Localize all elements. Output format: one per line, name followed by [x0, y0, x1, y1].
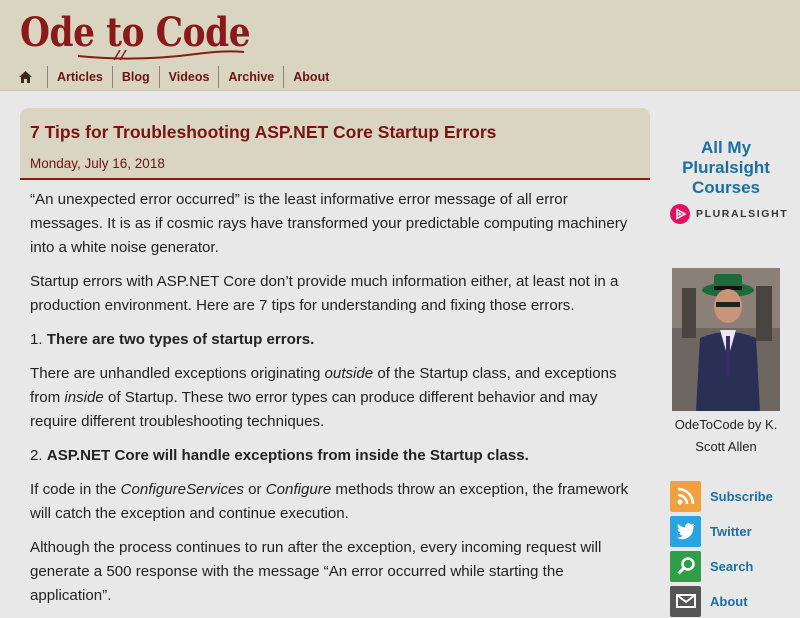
- pluralsight-logo[interactable]: PLURALSIGHT: [670, 203, 790, 225]
- paragraph: Startup errors with ASP.NET Core don’t p…: [30, 273, 619, 314]
- nav-articles[interactable]: Articles: [47, 66, 112, 88]
- nav-blog[interactable]: Blog: [111, 66, 159, 88]
- text-run: or: [243, 481, 266, 498]
- pluralsight-wordmark: PLURALSIGHT: [696, 208, 789, 220]
- paragraph: “An unexpected error occurred” is the le…: [30, 191, 628, 256]
- text-run: of Startup. These two error types can pr…: [30, 389, 598, 430]
- mail-icon: [670, 585, 701, 617]
- search-link[interactable]: Search: [670, 550, 790, 582]
- text-run: There are unhandled exceptions originati…: [30, 365, 325, 382]
- nav-home[interactable]: [10, 70, 47, 84]
- tip-text: There are two types of startup errors.: [46, 331, 315, 348]
- tip-heading: 2. ASP.NET Core will handle exceptions f…: [30, 444, 642, 468]
- paragraph: There are unhandled exceptions originati…: [30, 362, 642, 434]
- logo-swoosh-icon: [77, 49, 245, 61]
- post-title[interactable]: 7 Tips for Troubleshooting ASP.NET Core …: [30, 122, 496, 143]
- tip-text: ASP.NET Core will handle exceptions from…: [46, 447, 529, 464]
- tip-number: 2.: [30, 447, 43, 464]
- nav-about[interactable]: About: [283, 66, 338, 88]
- twitter-label: Twitter: [710, 523, 752, 539]
- pluralsight-courses-link[interactable]: All My Pluralsight Courses: [662, 138, 790, 198]
- emphasis: Configure: [265, 481, 332, 498]
- nav-videos[interactable]: Videos: [158, 66, 219, 88]
- emphasis: ConfigureServices: [120, 481, 244, 498]
- nav-archive[interactable]: Archive: [218, 66, 283, 88]
- author-caption: OdeToCode by K. Scott Allen: [674, 417, 778, 454]
- pluralsight-icon: [670, 204, 690, 224]
- search-label: Search: [710, 558, 754, 574]
- tip-number: 1.: [30, 331, 43, 348]
- emphasis: inside: [64, 389, 104, 406]
- site-header: Ode to Code Articles Blog Videos Archive…: [0, 0, 800, 91]
- site-logo[interactable]: Ode to Code: [20, 2, 288, 64]
- search-icon: [670, 550, 701, 582]
- post-header: 7 Tips for Troubleshooting ASP.NET Core …: [20, 108, 650, 180]
- post-content: “An unexpected error occurred” is the le…: [30, 188, 642, 618]
- author-photo: [672, 268, 780, 411]
- twitter-link[interactable]: Twitter: [670, 515, 790, 547]
- home-icon: [19, 71, 32, 83]
- post-date: Monday, July 16, 2018: [30, 156, 165, 171]
- tip-heading: 1. There are two types of startup errors…: [30, 328, 642, 352]
- about-link[interactable]: About: [670, 585, 790, 617]
- about-label: About: [710, 593, 748, 609]
- text-run: If code in the: [30, 481, 121, 498]
- paragraph: Although the process continues to run af…: [30, 539, 602, 604]
- subscribe-link[interactable]: Subscribe: [670, 480, 790, 512]
- subscribe-label: Subscribe: [710, 488, 773, 504]
- twitter-icon: [670, 515, 701, 547]
- paragraph: If code in the ConfigureServices or Conf…: [30, 478, 642, 526]
- emphasis: outside: [324, 365, 374, 382]
- main-nav: Articles Blog Videos Archive About: [10, 66, 338, 88]
- rss-icon: [670, 480, 701, 512]
